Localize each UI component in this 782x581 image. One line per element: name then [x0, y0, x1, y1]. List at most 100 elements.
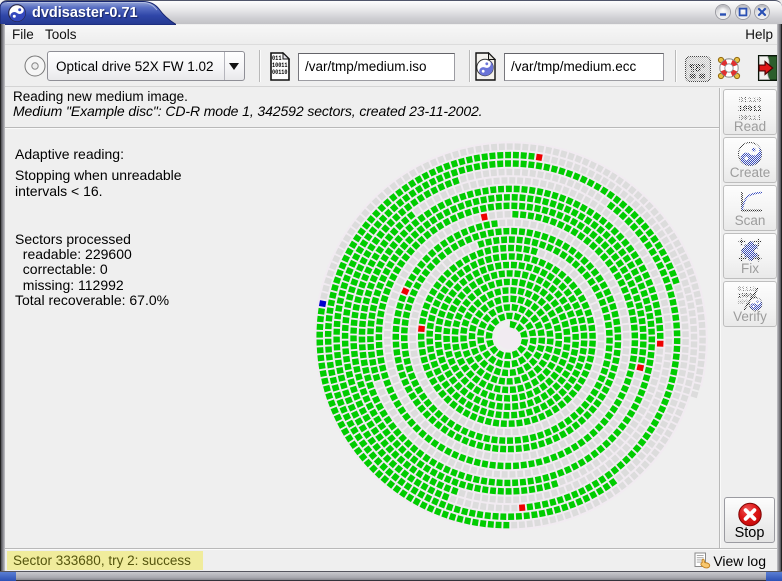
sector-segment-read: [343, 355, 351, 363]
sector-segment-read: [316, 339, 324, 346]
status-message: Sector 333680, try 2: success: [7, 551, 203, 570]
sector-segment-read: [341, 332, 349, 339]
sector-segment-unread: [384, 322, 392, 330]
view-log-icon: [694, 552, 711, 569]
sector-segment-read: [317, 307, 325, 315]
sector-segment-read: [630, 324, 638, 331]
sector-segment-unread: [597, 326, 604, 333]
sector-segment-read: [325, 322, 332, 330]
sector-segment-read: [512, 151, 519, 159]
sector-segment-read: [342, 348, 350, 355]
sector-segment-read: [507, 437, 514, 444]
sector-segment-unread: [499, 454, 506, 461]
sector-segment-read: [473, 154, 481, 162]
total-recoverable: Total recoverable: 67.0%: [15, 292, 170, 309]
app-icon: [8, 4, 26, 22]
sector-segment-read: [481, 153, 489, 161]
scan-button[interactable]: Scan: [723, 185, 777, 231]
sector-segment-defect: [656, 340, 664, 347]
sector-segment-read: [502, 261, 509, 269]
sector-segment-read: [503, 227, 510, 235]
sector-segment-read: [359, 312, 367, 320]
sector-segment-read: [481, 161, 488, 169]
sector-segment-read: [673, 345, 681, 353]
sector-segment-read: [505, 462, 512, 470]
sector-segment-unread: [384, 330, 391, 337]
button-label: Stop: [734, 525, 765, 541]
scan-curve-icon: [741, 191, 763, 212]
sector-segment-unread: [495, 504, 502, 512]
sector-segment-read: [427, 345, 435, 353]
sector-segment-read: [501, 386, 509, 394]
sector-segment-unread: [688, 364, 696, 372]
ecc-file-input[interactable]: /var/tmp/medium.ecc: [504, 53, 664, 81]
sector-segment-read: [673, 338, 681, 345]
fix-button[interactable]: Fix: [723, 233, 777, 279]
drive-selector[interactable]: Optical drive 52X FW 1.02: [47, 51, 245, 81]
sector-segment-unread: [489, 495, 496, 503]
sector-segment-read: [518, 228, 526, 236]
sector-segment-unread: [493, 470, 500, 478]
menu-help[interactable]: Help: [741, 26, 777, 43]
iso-file-value: /var/tmp/medium.iso: [305, 59, 427, 74]
create-button[interactable]: Create: [723, 137, 777, 183]
sectors-title: Sectors processed: [15, 230, 131, 247]
sector-segment-read: [503, 411, 510, 419]
menu-file[interactable]: File: [8, 26, 38, 43]
sector-segment-defect: [519, 504, 526, 512]
sector-segment-read: [508, 420, 515, 427]
reading-mode-label: Adaptive reading:: [15, 146, 124, 162]
sector-segment-read: [515, 244, 523, 252]
sector-segment-read: [495, 521, 502, 529]
sector-segment-read: [605, 329, 613, 336]
sector-segment-read: [460, 335, 467, 342]
stop-button[interactable]: Stop: [724, 497, 775, 543]
read-button[interactable]: 01110 10011 00111 Read: [723, 89, 777, 135]
sector-segment-read: [521, 186, 528, 193]
menu-tools[interactable]: Tools: [41, 26, 81, 43]
sector-segment-read: [648, 336, 656, 343]
sector-segment-unread: [596, 349, 604, 357]
sector-segment-read: [488, 478, 496, 486]
preferences-button[interactable]: ¶8º: [685, 56, 711, 82]
sector-segment-read: [503, 278, 510, 286]
sector-segment-unread: [496, 211, 503, 219]
sector-segment-read: [511, 227, 518, 235]
sector-segment-read: [489, 186, 497, 194]
verify-button[interactable]: 01110 10011 00111 Verify: [723, 281, 777, 327]
sector-segment-read: [546, 338, 554, 345]
sector-segment-read: [333, 336, 340, 343]
help-lifebelt-button[interactable]: [716, 55, 742, 81]
minimize-button[interactable]: [716, 5, 730, 19]
sector-segment-read: [488, 195, 495, 203]
sector-segment-read: [528, 161, 535, 169]
drive-selector-dropdown[interactable]: [224, 52, 244, 80]
sector-segment-read: [367, 328, 374, 335]
sector-segment-read: [648, 344, 655, 351]
sector-segment-unread: [482, 170, 490, 178]
sector-segment-unread: [507, 454, 514, 461]
svg-text:01110: 01110: [739, 97, 762, 105]
iso-file-input[interactable]: /var/tmp/medium.iso: [298, 53, 455, 81]
sector-segment-read: [495, 194, 503, 202]
sector-segment-read: [492, 237, 500, 245]
sector-segment-read: [503, 202, 510, 210]
sector-segment-read: [401, 319, 409, 326]
sector-segment-read: [631, 340, 639, 347]
window-frame-left: [0, 24, 5, 572]
sector-segment-read: [507, 445, 514, 453]
sector-segment-unread: [409, 335, 416, 342]
yin-yang-icon: [738, 142, 762, 166]
sector-segment-unread: [680, 361, 688, 369]
titlebar-tab[interactable]: dvdisaster-0.71: [0, 1, 176, 26]
close-button[interactable]: [755, 5, 769, 19]
sector-segment-read: [498, 270, 505, 278]
maximize-button[interactable]: [736, 5, 750, 19]
sector-segment-read: [504, 479, 511, 487]
view-log-button[interactable]: View log: [694, 552, 766, 569]
sector-segment-unread: [682, 339, 689, 346]
sector-segment-unread: [501, 177, 508, 184]
sector-segment-read: [606, 337, 613, 344]
sector-segment-unread: [529, 144, 537, 152]
sector-segment-read: [515, 513, 523, 520]
